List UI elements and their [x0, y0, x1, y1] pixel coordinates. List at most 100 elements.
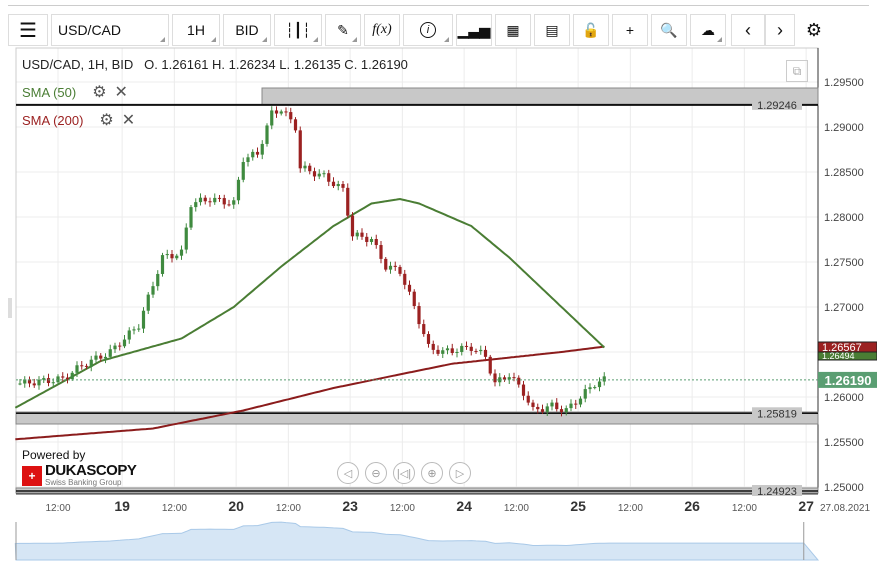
last-price-label: 1.26190	[825, 373, 872, 388]
sma50-legend: SMA (50) ⚙ ✕	[22, 82, 128, 102]
reset-icon[interactable]: |◁|	[393, 462, 415, 484]
candle	[194, 202, 198, 208]
candle	[51, 382, 55, 384]
time-tick-label: 19	[114, 498, 130, 514]
zoom-in-icon[interactable]: ⊕	[421, 462, 443, 484]
candle	[588, 387, 592, 390]
candle	[308, 165, 312, 172]
popout-icon[interactable]: ⧉	[786, 60, 808, 82]
candle	[289, 112, 293, 120]
price-tick-label: 1.25000	[824, 482, 864, 494]
candle	[550, 402, 554, 407]
level-label: 1.24923	[757, 486, 797, 498]
candle	[379, 245, 383, 259]
candle	[274, 110, 279, 114]
gear-icon[interactable]: ⚙	[99, 110, 113, 130]
candle	[170, 254, 174, 259]
candle	[559, 409, 564, 412]
candle	[469, 346, 473, 351]
logo-name: DUKASCOPY	[45, 462, 137, 479]
candle	[75, 365, 79, 373]
candle	[103, 356, 108, 359]
candle	[227, 204, 231, 206]
candle	[246, 157, 250, 163]
candle	[236, 179, 241, 201]
zoom-out-icon[interactable]: ⊖	[365, 462, 387, 484]
candle	[70, 372, 74, 380]
candle	[460, 345, 464, 353]
time-tick-label: 12:00	[276, 503, 301, 514]
candle	[127, 330, 131, 340]
time-tick-label: 27	[798, 498, 814, 514]
price-tick-label: 1.28000	[824, 212, 864, 224]
chart-navigation: ◁ ⊖ |◁| ⊕ ▷	[337, 462, 471, 484]
candle	[593, 387, 597, 389]
branding: Powered by + DUKASCOPY Swiss Banking Grou…	[22, 448, 137, 487]
candle	[493, 373, 497, 383]
candle	[512, 377, 516, 379]
powered-by: Powered by	[22, 448, 86, 462]
time-tick-label: 12:00	[504, 503, 529, 514]
candle	[393, 265, 397, 267]
price-tick-label: 1.28500	[824, 167, 864, 179]
candle	[303, 165, 307, 169]
candle	[65, 377, 70, 380]
candle	[122, 339, 127, 347]
resistance-zone	[261, 87, 819, 106]
sma200-tag-label: 1.26567	[822, 342, 862, 354]
candle	[341, 184, 345, 188]
panel-resize-handle	[8, 298, 12, 318]
candle	[422, 324, 426, 335]
candle	[146, 294, 150, 311]
legend-ohlc: O. 1.26161 H. 1.26234 L. 1.26135 C. 1.26…	[144, 57, 408, 72]
close-icon[interactable]: ✕	[122, 110, 135, 130]
candle	[99, 355, 103, 359]
candle	[331, 181, 336, 187]
time-tick-label: 23	[342, 498, 358, 514]
candle	[569, 403, 573, 409]
candle	[61, 376, 65, 378]
time-tick-label: 26	[684, 498, 700, 514]
candle	[483, 349, 488, 357]
candle	[450, 348, 454, 353]
candle	[198, 197, 203, 203]
gear-icon[interactable]: ⚙	[92, 82, 106, 102]
candle	[265, 125, 269, 144]
candle	[407, 284, 412, 292]
candle	[94, 355, 98, 360]
candle	[388, 265, 393, 270]
candle	[284, 111, 288, 113]
chart-legend: USD/CAD, 1H, BID O. 1.26161 H. 1.26234 L…	[22, 57, 408, 72]
play-forward-icon[interactable]: ▷	[449, 462, 471, 484]
candle	[431, 343, 435, 350]
candle	[578, 398, 583, 405]
candle	[597, 381, 602, 388]
candle	[355, 232, 359, 237]
candle	[350, 215, 355, 237]
candle	[455, 352, 459, 354]
candle	[241, 162, 245, 180]
sma200-legend: SMA (200) ⚙ ✕	[22, 110, 135, 130]
sma50-label: SMA (50)	[22, 84, 77, 100]
swiss-cross-icon: +	[22, 465, 42, 486]
candle	[403, 273, 407, 285]
candle	[417, 306, 421, 325]
candle	[479, 349, 483, 352]
candle	[80, 365, 84, 367]
candle	[507, 377, 511, 380]
candle	[545, 406, 549, 412]
play-back-icon[interactable]: ◁	[337, 462, 359, 484]
time-tick-label: 20	[228, 498, 244, 514]
candle	[517, 377, 521, 385]
level-label: 1.29246	[757, 100, 797, 112]
close-icon[interactable]: ✕	[115, 82, 128, 102]
candle	[56, 376, 60, 383]
candle	[317, 173, 321, 177]
candle	[464, 345, 469, 347]
candle	[32, 383, 36, 386]
candle	[203, 197, 207, 202]
price-tick-label: 1.26000	[824, 392, 864, 404]
candle	[502, 377, 507, 380]
candle	[293, 119, 298, 131]
candle	[365, 236, 369, 242]
